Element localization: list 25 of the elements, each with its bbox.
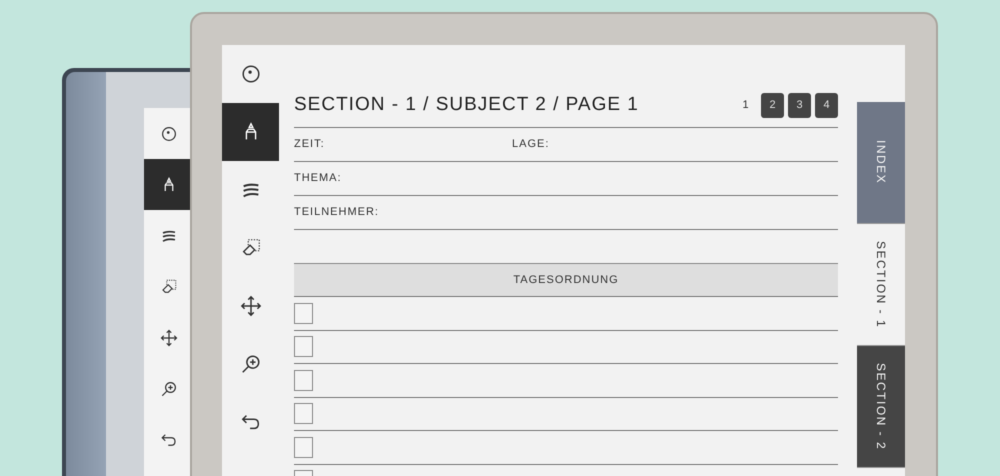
selected-tool-highlight[interactable] (222, 103, 279, 161)
checkbox[interactable] (294, 403, 313, 424)
current-page-number[interactable]: 1 (734, 92, 757, 118)
pointer-icon[interactable] (240, 63, 262, 85)
eraser-icon[interactable] (160, 278, 178, 296)
page-link[interactable]: 4 (815, 92, 838, 118)
field-label: LAGE: (512, 137, 550, 152)
checkbox[interactable] (294, 302, 313, 324)
checkbox[interactable] (294, 336, 313, 358)
move-icon[interactable] (240, 295, 262, 317)
checkbox[interactable] (294, 370, 313, 391)
table-header: TAGESORDNUNG (294, 263, 838, 297)
page-link[interactable]: 2 (761, 92, 784, 118)
field-label: THEMA: (294, 171, 342, 186)
section-tab[interactable]: INDEX (857, 102, 905, 224)
page-title: SECTION - 1 / SUBJECT 2 / PAGE 1 (294, 93, 639, 117)
field-label: ZEIT: (294, 137, 326, 152)
checkbox[interactable] (294, 436, 313, 458)
section-tab[interactable]: SECTION - 2 (857, 346, 905, 468)
move-icon[interactable] (160, 328, 178, 346)
pointer-icon[interactable] (160, 124, 178, 142)
field-label: TEILNEHMER: (294, 205, 379, 220)
zoom-in-icon[interactable] (160, 380, 178, 398)
page-link[interactable]: 3 (788, 92, 811, 118)
zoom-in-icon[interactable] (240, 353, 262, 375)
